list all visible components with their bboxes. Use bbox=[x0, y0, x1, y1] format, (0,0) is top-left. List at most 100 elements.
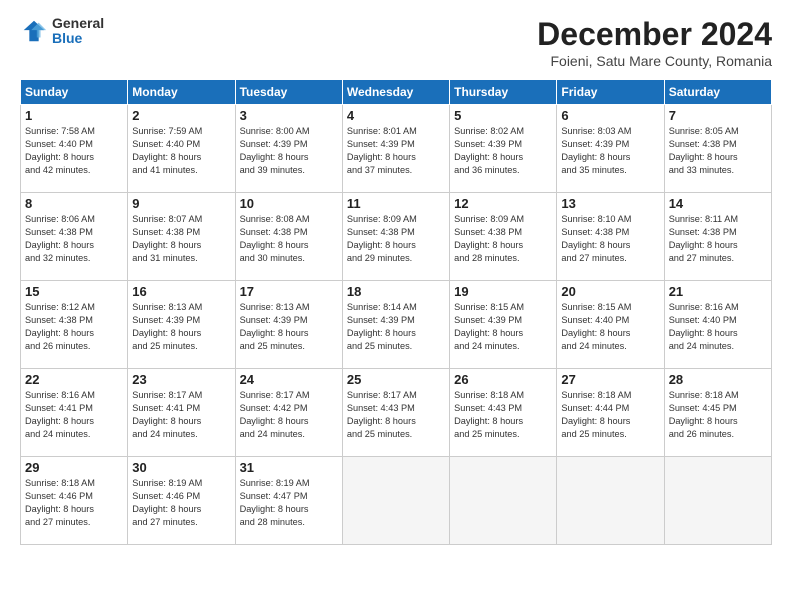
logo-icon bbox=[20, 17, 48, 45]
day-info: Sunrise: 8:07 AM Sunset: 4:38 PM Dayligh… bbox=[132, 213, 230, 265]
day-number: 23 bbox=[132, 372, 230, 387]
day-number: 2 bbox=[132, 108, 230, 123]
day-info: Sunrise: 8:08 AM Sunset: 4:38 PM Dayligh… bbox=[240, 213, 338, 265]
week-row-4: 22 Sunrise: 8:16 AM Sunset: 4:41 PM Dayli… bbox=[21, 369, 772, 457]
calendar-cell: 6 Sunrise: 8:03 AM Sunset: 4:39 PM Daylig… bbox=[557, 105, 664, 193]
day-number: 27 bbox=[561, 372, 659, 387]
calendar-cell: 9 Sunrise: 8:07 AM Sunset: 4:38 PM Daylig… bbox=[128, 193, 235, 281]
day-info: Sunrise: 8:06 AM Sunset: 4:38 PM Dayligh… bbox=[25, 213, 123, 265]
day-number: 11 bbox=[347, 196, 445, 211]
day-number: 15 bbox=[25, 284, 123, 299]
day-info: Sunrise: 8:19 AM Sunset: 4:47 PM Dayligh… bbox=[240, 477, 338, 529]
day-info: Sunrise: 8:09 AM Sunset: 4:38 PM Dayligh… bbox=[347, 213, 445, 265]
calendar-cell: 8 Sunrise: 8:06 AM Sunset: 4:38 PM Daylig… bbox=[21, 193, 128, 281]
calendar-cell bbox=[664, 457, 771, 545]
day-number: 5 bbox=[454, 108, 552, 123]
day-info: Sunrise: 8:16 AM Sunset: 4:40 PM Dayligh… bbox=[669, 301, 767, 353]
day-number: 12 bbox=[454, 196, 552, 211]
day-number: 25 bbox=[347, 372, 445, 387]
subtitle: Foieni, Satu Mare County, Romania bbox=[537, 53, 772, 69]
calendar: SundayMondayTuesdayWednesdayThursdayFrid… bbox=[20, 79, 772, 545]
day-number: 19 bbox=[454, 284, 552, 299]
day-info: Sunrise: 8:18 AM Sunset: 4:45 PM Dayligh… bbox=[669, 389, 767, 441]
calendar-cell: 12 Sunrise: 8:09 AM Sunset: 4:38 PM Dayli… bbox=[450, 193, 557, 281]
calendar-cell: 29 Sunrise: 8:18 AM Sunset: 4:46 PM Dayli… bbox=[21, 457, 128, 545]
day-number: 30 bbox=[132, 460, 230, 475]
day-info: Sunrise: 8:15 AM Sunset: 4:39 PM Dayligh… bbox=[454, 301, 552, 353]
day-number: 22 bbox=[25, 372, 123, 387]
logo-general: General bbox=[52, 16, 104, 31]
week-row-3: 15 Sunrise: 8:12 AM Sunset: 4:38 PM Dayli… bbox=[21, 281, 772, 369]
day-number: 14 bbox=[669, 196, 767, 211]
calendar-cell: 25Sunrise: 8:17 AM Sunset: 4:43 PM Dayli… bbox=[342, 369, 449, 457]
day-number: 26 bbox=[454, 372, 552, 387]
day-number: 7 bbox=[669, 108, 767, 123]
day-number: 8 bbox=[25, 196, 123, 211]
week-row-1: 1 Sunrise: 7:58 AM Sunset: 4:40 PM Daylig… bbox=[21, 105, 772, 193]
week-row-2: 8 Sunrise: 8:06 AM Sunset: 4:38 PM Daylig… bbox=[21, 193, 772, 281]
day-info: Sunrise: 8:18 AM Sunset: 4:43 PM Dayligh… bbox=[454, 389, 552, 441]
day-number: 17 bbox=[240, 284, 338, 299]
day-number: 10 bbox=[240, 196, 338, 211]
day-info: Sunrise: 8:15 AM Sunset: 4:40 PM Dayligh… bbox=[561, 301, 659, 353]
day-info: Sunrise: 8:13 AM Sunset: 4:39 PM Dayligh… bbox=[132, 301, 230, 353]
day-info: Sunrise: 8:12 AM Sunset: 4:38 PM Dayligh… bbox=[25, 301, 123, 353]
calendar-cell: 27 Sunrise: 8:18 AM Sunset: 4:44 PM Dayli… bbox=[557, 369, 664, 457]
calendar-cell: 14 Sunrise: 8:11 AM Sunset: 4:38 PM Dayli… bbox=[664, 193, 771, 281]
day-number: 29 bbox=[25, 460, 123, 475]
calendar-cell: 1 Sunrise: 7:58 AM Sunset: 4:40 PM Daylig… bbox=[21, 105, 128, 193]
calendar-cell: 21Sunrise: 8:16 AM Sunset: 4:40 PM Dayli… bbox=[664, 281, 771, 369]
day-info: Sunrise: 8:10 AM Sunset: 4:38 PM Dayligh… bbox=[561, 213, 659, 265]
calendar-body: 1 Sunrise: 7:58 AM Sunset: 4:40 PM Daylig… bbox=[21, 105, 772, 545]
day-number: 9 bbox=[132, 196, 230, 211]
day-number: 24 bbox=[240, 372, 338, 387]
calendar-cell: 31 Sunrise: 8:19 AM Sunset: 4:47 PM Dayli… bbox=[235, 457, 342, 545]
day-number: 18 bbox=[347, 284, 445, 299]
day-info: Sunrise: 8:01 AM Sunset: 4:39 PM Dayligh… bbox=[347, 125, 445, 177]
day-info: Sunrise: 8:17 AM Sunset: 4:41 PM Dayligh… bbox=[132, 389, 230, 441]
day-number: 1 bbox=[25, 108, 123, 123]
calendar-cell: 3Sunrise: 8:00 AM Sunset: 4:39 PM Daylig… bbox=[235, 105, 342, 193]
day-info: Sunrise: 8:09 AM Sunset: 4:38 PM Dayligh… bbox=[454, 213, 552, 265]
week-row-5: 29 Sunrise: 8:18 AM Sunset: 4:46 PM Dayli… bbox=[21, 457, 772, 545]
calendar-cell: 23 Sunrise: 8:17 AM Sunset: 4:41 PM Dayli… bbox=[128, 369, 235, 457]
calendar-header-sunday: Sunday bbox=[21, 80, 128, 105]
day-info: Sunrise: 8:02 AM Sunset: 4:39 PM Dayligh… bbox=[454, 125, 552, 177]
calendar-cell: 26 Sunrise: 8:18 AM Sunset: 4:43 PM Dayli… bbox=[450, 369, 557, 457]
calendar-cell: 22 Sunrise: 8:16 AM Sunset: 4:41 PM Dayli… bbox=[21, 369, 128, 457]
calendar-cell: 19 Sunrise: 8:15 AM Sunset: 4:39 PM Dayli… bbox=[450, 281, 557, 369]
day-info: Sunrise: 8:16 AM Sunset: 4:41 PM Dayligh… bbox=[25, 389, 123, 441]
calendar-header-monday: Monday bbox=[128, 80, 235, 105]
calendar-cell bbox=[450, 457, 557, 545]
day-info: Sunrise: 8:18 AM Sunset: 4:44 PM Dayligh… bbox=[561, 389, 659, 441]
calendar-cell: 7Sunrise: 8:05 AM Sunset: 4:38 PM Daylig… bbox=[664, 105, 771, 193]
calendar-header-friday: Friday bbox=[557, 80, 664, 105]
calendar-cell: 30 Sunrise: 8:19 AM Sunset: 4:46 PM Dayli… bbox=[128, 457, 235, 545]
day-info: Sunrise: 8:03 AM Sunset: 4:39 PM Dayligh… bbox=[561, 125, 659, 177]
day-info: Sunrise: 8:17 AM Sunset: 4:42 PM Dayligh… bbox=[240, 389, 338, 441]
header: General Blue December 2024 Foieni, Satu … bbox=[20, 16, 772, 69]
calendar-cell bbox=[342, 457, 449, 545]
day-number: 16 bbox=[132, 284, 230, 299]
calendar-cell: 24 Sunrise: 8:17 AM Sunset: 4:42 PM Dayli… bbox=[235, 369, 342, 457]
logo-text: General Blue bbox=[52, 16, 104, 47]
day-info: Sunrise: 7:58 AM Sunset: 4:40 PM Dayligh… bbox=[25, 125, 123, 177]
day-info: Sunrise: 8:18 AM Sunset: 4:46 PM Dayligh… bbox=[25, 477, 123, 529]
day-number: 6 bbox=[561, 108, 659, 123]
day-number: 20 bbox=[561, 284, 659, 299]
day-info: Sunrise: 8:11 AM Sunset: 4:38 PM Dayligh… bbox=[669, 213, 767, 265]
day-info: Sunrise: 8:19 AM Sunset: 4:46 PM Dayligh… bbox=[132, 477, 230, 529]
day-info: Sunrise: 8:13 AM Sunset: 4:39 PM Dayligh… bbox=[240, 301, 338, 353]
day-number: 28 bbox=[669, 372, 767, 387]
calendar-cell: 11 Sunrise: 8:09 AM Sunset: 4:38 PM Dayli… bbox=[342, 193, 449, 281]
day-number: 31 bbox=[240, 460, 338, 475]
title-block: December 2024 Foieni, Satu Mare County, … bbox=[537, 16, 772, 69]
page: General Blue December 2024 Foieni, Satu … bbox=[0, 0, 792, 612]
day-number: 13 bbox=[561, 196, 659, 211]
calendar-cell: 2Sunrise: 7:59 AM Sunset: 4:40 PM Daylig… bbox=[128, 105, 235, 193]
calendar-cell: 10 Sunrise: 8:08 AM Sunset: 4:38 PM Dayli… bbox=[235, 193, 342, 281]
day-info: Sunrise: 8:00 AM Sunset: 4:39 PM Dayligh… bbox=[240, 125, 338, 177]
calendar-cell: 4Sunrise: 8:01 AM Sunset: 4:39 PM Daylig… bbox=[342, 105, 449, 193]
calendar-cell: 20 Sunrise: 8:15 AM Sunset: 4:40 PM Dayli… bbox=[557, 281, 664, 369]
calendar-header-thursday: Thursday bbox=[450, 80, 557, 105]
